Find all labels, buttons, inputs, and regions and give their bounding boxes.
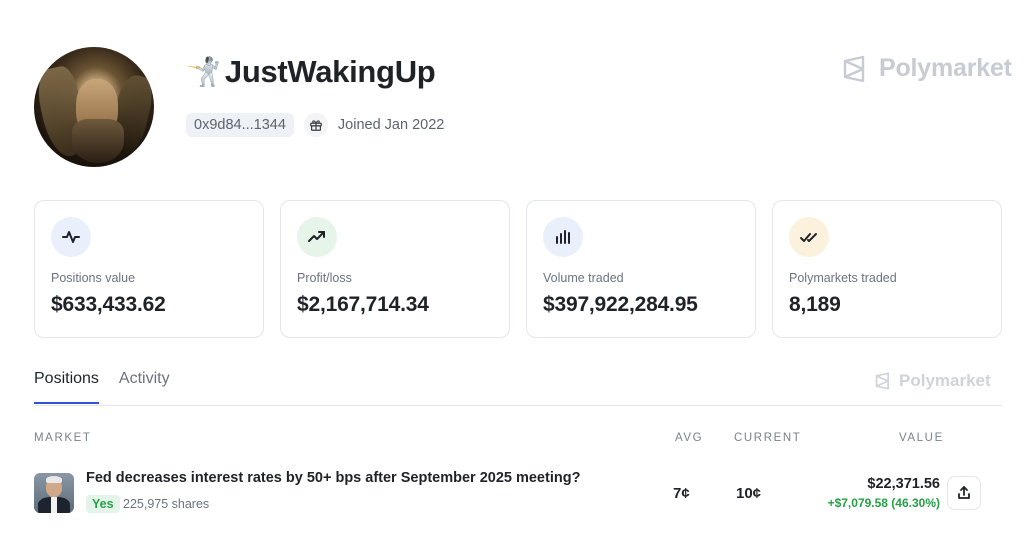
column-header-market: MARKET [34,432,92,444]
bar-chart-icon [543,217,583,257]
stat-value: $397,922,284.95 [543,293,698,316]
stat-card-volume-traded: Volume traded $397,922,284.95 [526,200,756,338]
stat-card-polymarkets-traded: Polymarkets traded 8,189 [772,200,1002,338]
market-title[interactable]: Fed decreases interest rates by 50+ bps … [86,470,580,486]
stat-label: Positions value [51,271,136,285]
joined-date: Joined Jan 2022 [337,117,445,133]
stat-card-positions-value: Positions value $633,433.62 [34,200,264,338]
stat-card-profit-loss: Profit/loss $2,167,714.34 [280,200,510,338]
brand-name: Polymarket [879,54,1012,82]
gift-icon [303,113,328,137]
double-check-icon [789,217,829,257]
tab-positions[interactable]: Positions [34,370,99,404]
tab-activity[interactable]: Activity [119,370,170,404]
polymarket-icon [875,372,889,390]
column-header-current: CURRENT [734,432,802,444]
column-header-avg: AVG [675,432,704,444]
tabs-divider [34,405,1002,406]
trending-up-icon [297,217,337,257]
position-value: $22,371.56 [867,476,940,492]
username-emoji: 🤺 [186,55,221,88]
stat-label: Polymarkets traded [789,271,897,285]
username: JustWakingUp [224,54,436,89]
brand-logo: Polymarket [841,54,1012,83]
brand-name: Polymarket [899,371,991,390]
market-thumbnail[interactable] [34,473,74,513]
activity-icon [51,217,91,257]
stat-label: Profit/loss [297,271,352,285]
polymarket-icon [843,55,865,82]
stat-value: $633,433.62 [51,293,166,316]
share-icon [958,486,970,499]
avatar [34,47,154,167]
shares-count: 225,975 shares [123,497,210,511]
column-header-value: VALUE [899,432,944,444]
profile-meta: 0x9d84...1344 Joined Jan 2022 [186,113,444,137]
stat-value: 8,189 [789,293,841,316]
wallet-address[interactable]: 0x9d84...1344 [186,113,294,137]
username-row: 🤺 JustWakingUp [186,52,436,92]
brand-watermark: Polymarket [874,371,991,391]
tab-bar: Positions Activity [34,370,170,404]
current-price: 10¢ [736,485,762,502]
stat-value: $2,167,714.34 [297,293,429,316]
stat-label: Volume traded [543,271,624,285]
avg-price: 7¢ [673,485,690,502]
position-pnl: +$7,079.58 (46.30%) [827,496,940,510]
share-button[interactable] [947,476,981,510]
outcome-badge: Yes [86,495,120,513]
